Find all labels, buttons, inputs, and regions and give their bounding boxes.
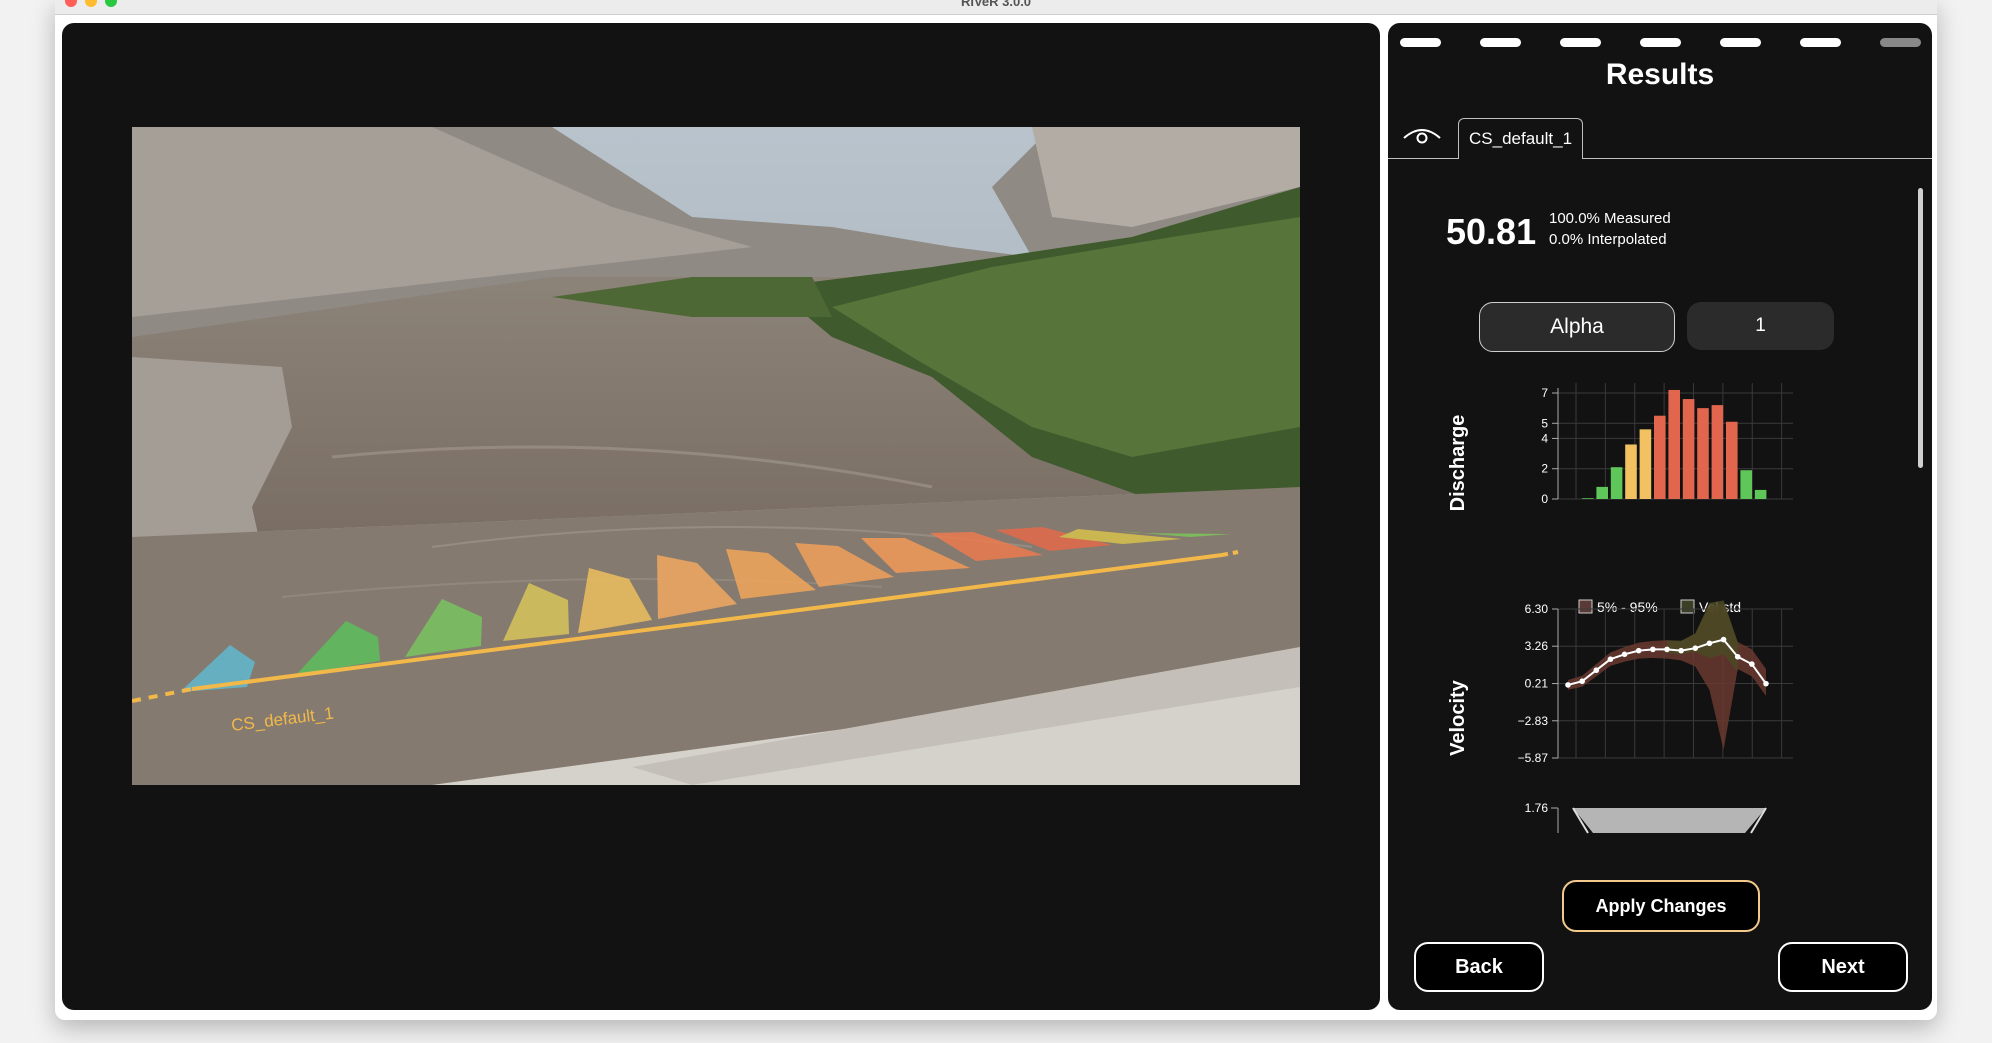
window-title: RIVeR 3.0.0 xyxy=(960,0,1032,9)
velocity-ytick: 0.21 xyxy=(1525,677,1549,691)
velocity-point xyxy=(1621,651,1628,658)
legend-swatch-std xyxy=(1680,599,1695,614)
progress-step xyxy=(1480,38,1521,47)
section-bed xyxy=(1573,808,1766,833)
discharge-bar xyxy=(1625,444,1637,499)
legend-swatch-band xyxy=(1578,599,1593,614)
discharge-bar xyxy=(1726,421,1738,499)
discharge-bar xyxy=(1682,399,1695,499)
back-button[interactable]: Back xyxy=(1414,942,1544,992)
progress-step xyxy=(1800,38,1841,47)
velocity-point xyxy=(1678,647,1684,654)
alpha-button[interactable]: Alpha xyxy=(1479,302,1675,352)
discharge-bar xyxy=(1668,389,1680,499)
velocity-ytick: −5.87 xyxy=(1518,751,1549,765)
apply-changes-button[interactable]: Apply Changes xyxy=(1562,880,1760,932)
results-charts: Discharge Velocity 02457 5% - 95% Vel st… xyxy=(1447,383,1793,834)
velocity-point xyxy=(1706,640,1713,647)
velocity-yticks: 6.30 3.26 0.21 −2.83 −5.87 xyxy=(1518,602,1559,765)
velocity-point xyxy=(1650,646,1656,653)
measurement-summary: 100.0% Measured 0.0% Interpolated xyxy=(1549,208,1671,250)
velocity-point xyxy=(1692,645,1699,651)
tab-cs-default-1[interactable]: CS_default_1 xyxy=(1458,118,1584,159)
app-window: RIVeR 3.0.0 CS_default_1 Results CS_defa… xyxy=(55,0,1937,1020)
progress-step xyxy=(1560,38,1601,47)
velocity-ytick: 6.30 xyxy=(1525,602,1549,616)
river-image[interactable]: CS_default_1 xyxy=(132,127,1300,785)
progress-indicator xyxy=(1400,38,1921,47)
velocity-point xyxy=(1763,680,1769,687)
discharge-bar xyxy=(1582,498,1594,499)
alpha-value-input[interactable]: 1 xyxy=(1687,302,1834,350)
total-discharge: 50.81 xyxy=(1446,211,1537,252)
results-panel: Results CS_default_1 50.81 100.0% Measur… xyxy=(1388,23,1932,1010)
velocity-point xyxy=(1635,647,1642,654)
velocity-band xyxy=(1568,600,1766,750)
discharge-ytick: 5 xyxy=(1541,416,1548,430)
discharge-bar xyxy=(1654,415,1666,499)
discharge-bars xyxy=(1582,389,1767,499)
velocity-point xyxy=(1664,646,1670,653)
discharge-bar xyxy=(1697,408,1709,499)
progress-step xyxy=(1880,38,1921,47)
page-title: Results xyxy=(1605,58,1715,91)
measured-percent: 100.0% Measured xyxy=(1549,210,1671,227)
section-profile: 1.76 xyxy=(1525,801,1767,834)
velocity-point xyxy=(1565,682,1571,688)
interpolated-percent: 0.0% Interpolated xyxy=(1549,231,1667,248)
progress-step xyxy=(1400,38,1441,47)
progress-step xyxy=(1640,38,1681,47)
discharge-yticks: 0 2 45 7 xyxy=(1541,386,1559,506)
velocity-point xyxy=(1734,653,1741,660)
velocity-point xyxy=(1579,678,1585,685)
discharge-bar xyxy=(1596,486,1608,499)
velocity-axis-label: Velocity xyxy=(1447,679,1469,755)
velocity-ytick: 3.26 xyxy=(1525,639,1549,653)
discharge-bar xyxy=(1740,470,1752,499)
title-bar: RIVeR 3.0.0 xyxy=(55,0,1937,15)
velocity-point xyxy=(1720,636,1727,643)
discharge-ytick: 2 xyxy=(1541,462,1548,476)
discharge-bar xyxy=(1610,467,1623,499)
velocity-band-area xyxy=(1568,604,1766,750)
discharge-ytick: 0 xyxy=(1541,492,1548,506)
discharge-bar xyxy=(1639,429,1652,499)
discharge-ytick: 7 xyxy=(1541,386,1548,400)
image-panel: CS_default_1 xyxy=(62,23,1380,1010)
next-button[interactable]: Next xyxy=(1778,942,1908,992)
profile-ytick: 1.76 xyxy=(1525,801,1549,815)
discharge-axis-label: Discharge xyxy=(1447,415,1469,512)
tab-bar: CS_default_1 xyxy=(1388,118,1932,159)
legend-band-label: 5% - 95% xyxy=(1597,599,1658,615)
discharge-ytick: 4 xyxy=(1541,431,1548,445)
discharge-bar xyxy=(1754,489,1767,499)
velocity-point xyxy=(1593,667,1600,674)
velocity-point xyxy=(1749,661,1755,667)
progress-step xyxy=(1720,38,1761,47)
velocity-ytick: −2.83 xyxy=(1518,714,1549,728)
velocity-point xyxy=(1607,656,1614,662)
eye-icon[interactable] xyxy=(1402,124,1442,150)
discharge-bar xyxy=(1711,405,1724,499)
